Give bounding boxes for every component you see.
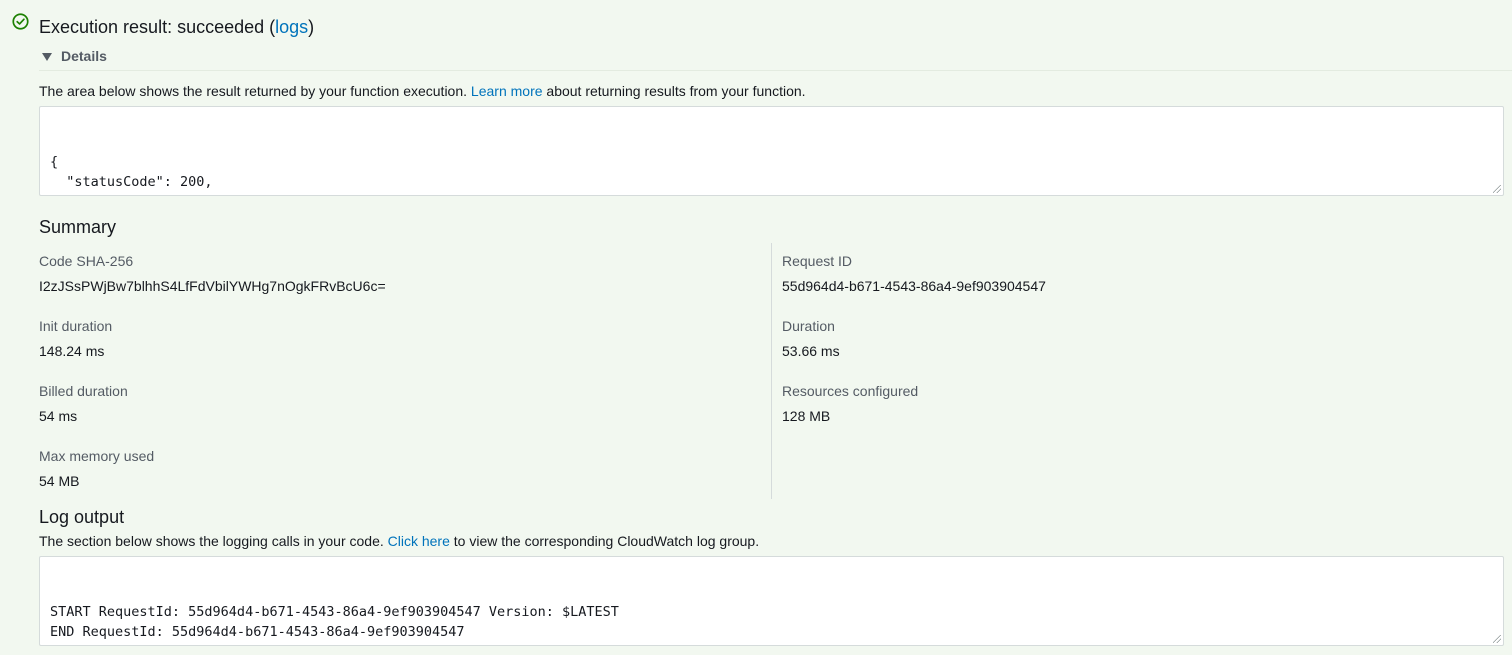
log-text: START RequestId: 55d964d4-b671-4543-86a4… — [50, 604, 1399, 645]
code-sha-value: I2zJSsPWjBw7blhhS4LfFdVbilYWHg7nOgkFRvBc… — [39, 278, 386, 294]
log-desc-suffix: to view the corresponding CloudWatch log… — [449, 533, 760, 549]
init-duration-label: Init duration — [39, 318, 113, 334]
logs-link[interactable]: logs — [275, 17, 308, 37]
duration-value: 53.66 ms — [782, 343, 840, 359]
billed-duration-value: 54 ms — [39, 408, 78, 424]
execution-result-title: Execution result: succeeded (logs) — [39, 15, 314, 39]
log-output-textarea[interactable]: START RequestId: 55d964d4-b671-4543-86a4… — [39, 556, 1504, 646]
learn-more-link[interactable]: Learn more — [471, 83, 543, 99]
details-toggle[interactable]: Details — [42, 46, 107, 66]
check-circle-icon — [12, 13, 29, 30]
details-desc-suffix: about returning results from your functi… — [542, 83, 806, 99]
result-textarea[interactable]: { "statusCode": 200, "body": "\"2021-05-… — [39, 106, 1504, 196]
log-resize-handle-icon[interactable] — [1493, 635, 1501, 643]
result-text: { "statusCode": 200, "body": "\"2021-05-… — [50, 154, 334, 195]
click-here-link[interactable]: Click here — [388, 533, 450, 549]
details-desc-prefix: The area below shows the result returned… — [39, 83, 471, 99]
summary-heading: Summary — [39, 217, 117, 237]
caret-down-icon — [42, 52, 52, 61]
resources-configured-label: Resources configured — [782, 383, 919, 399]
details-description: The area below shows the result returned… — [39, 82, 806, 100]
billed-duration-label: Billed duration — [39, 383, 128, 399]
code-sha-label: Code SHA-256 — [39, 253, 134, 269]
resources-configured-value: 128 MB — [782, 408, 831, 424]
title-prefix: Execution result: succeeded ( — [39, 17, 276, 37]
details-divider — [39, 70, 1512, 71]
max-memory-used-label: Max memory used — [39, 448, 155, 464]
log-output-heading: Log output — [39, 507, 125, 527]
resize-handle-icon[interactable] — [1493, 185, 1501, 193]
summary-column-divider — [771, 243, 772, 499]
details-toggle-label: Details — [61, 48, 107, 64]
log-desc-prefix: The section below shows the logging call… — [39, 533, 388, 549]
request-id-value: 55d964d4-b671-4543-86a4-9ef903904547 — [782, 278, 1046, 294]
log-output-description: The section below shows the logging call… — [39, 532, 759, 550]
duration-label: Duration — [782, 318, 835, 334]
request-id-label: Request ID — [782, 253, 853, 269]
init-duration-value: 148.24 ms — [39, 343, 105, 359]
max-memory-used-value: 54 MB — [39, 473, 80, 489]
title-suffix: ) — [308, 17, 315, 37]
